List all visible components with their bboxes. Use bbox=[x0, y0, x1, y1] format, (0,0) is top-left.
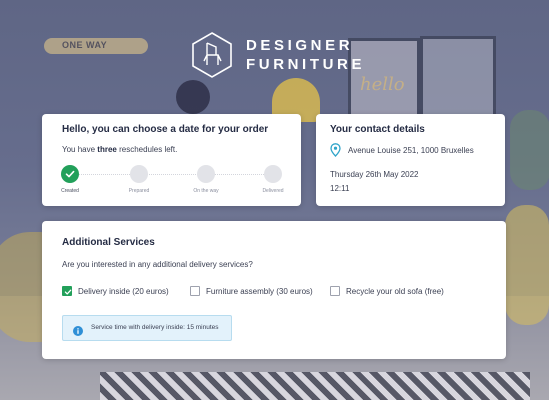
services-card-title: Additional Services bbox=[62, 237, 155, 248]
background-frame-right bbox=[420, 36, 496, 124]
checkbox-furniture-assembly[interactable] bbox=[190, 286, 200, 296]
service-time-info-box: Service time with delivery inside: 15 mi… bbox=[62, 315, 232, 341]
checkbox-recycle-sofa[interactable] bbox=[330, 286, 340, 296]
brand-line-2: FURNITURE bbox=[246, 56, 366, 73]
contact-card-title: Your contact details bbox=[330, 124, 425, 135]
reschedule-count: three bbox=[97, 145, 117, 154]
services-question: Are you interested in any additional del… bbox=[62, 260, 253, 269]
background-sign-text: ONE WAY bbox=[62, 40, 108, 50]
step-label-on-the-way: On the way bbox=[193, 188, 219, 194]
step-label-created: Created bbox=[61, 188, 79, 194]
background-ball bbox=[176, 80, 210, 114]
checkbox-delivery-inside[interactable] bbox=[62, 286, 72, 296]
contact-time: 12:11 bbox=[330, 184, 350, 193]
contact-details-card: Your contact details Avenue Louise 251, … bbox=[316, 114, 505, 206]
contact-date: Thursday 26th May 2022 bbox=[330, 170, 419, 179]
order-date-card: Hello, you can choose a date for your or… bbox=[42, 114, 301, 206]
step-delivered-dot bbox=[264, 165, 282, 183]
reschedule-suffix: reschedules left. bbox=[116, 145, 178, 154]
option-label-delivery-inside: Delivery inside (20 euros) bbox=[78, 287, 169, 296]
order-card-title: Hello, you can choose a date for your or… bbox=[62, 124, 269, 135]
option-label-recycle-sofa: Recycle your old sofa (free) bbox=[346, 287, 444, 296]
step-created-check-icon bbox=[61, 165, 79, 183]
background-rug bbox=[100, 372, 530, 400]
background-chair-right bbox=[505, 205, 549, 325]
additional-services-card: Additional Services Are you interested i… bbox=[42, 221, 506, 359]
progress-track-line bbox=[79, 174, 264, 175]
contact-address: Avenue Louise 251, 1000 Bruxelles bbox=[348, 146, 474, 155]
step-prepared-dot bbox=[130, 165, 148, 183]
service-time-info-text: Service time with delivery inside: 15 mi… bbox=[91, 324, 219, 331]
step-on-the-way-dot bbox=[197, 165, 215, 183]
location-pin-icon bbox=[330, 143, 341, 157]
info-icon bbox=[73, 323, 83, 336]
chair-hexagon-logo-icon bbox=[190, 31, 234, 79]
reschedules-left-text: You have three reschedules left. bbox=[62, 145, 177, 154]
background-frame-script: hello bbox=[360, 74, 405, 95]
step-label-delivered: Delivered bbox=[262, 188, 284, 194]
background-plant bbox=[510, 110, 549, 190]
brand-line-1: DESIGNER bbox=[246, 37, 354, 54]
reschedule-prefix: You have bbox=[62, 145, 98, 154]
step-label-prepared: Prepared bbox=[128, 188, 150, 194]
brand-name: DESIGNER FURNITURE bbox=[246, 36, 365, 74]
option-label-furniture-assembly: Furniture assembly (30 euros) bbox=[206, 287, 313, 296]
